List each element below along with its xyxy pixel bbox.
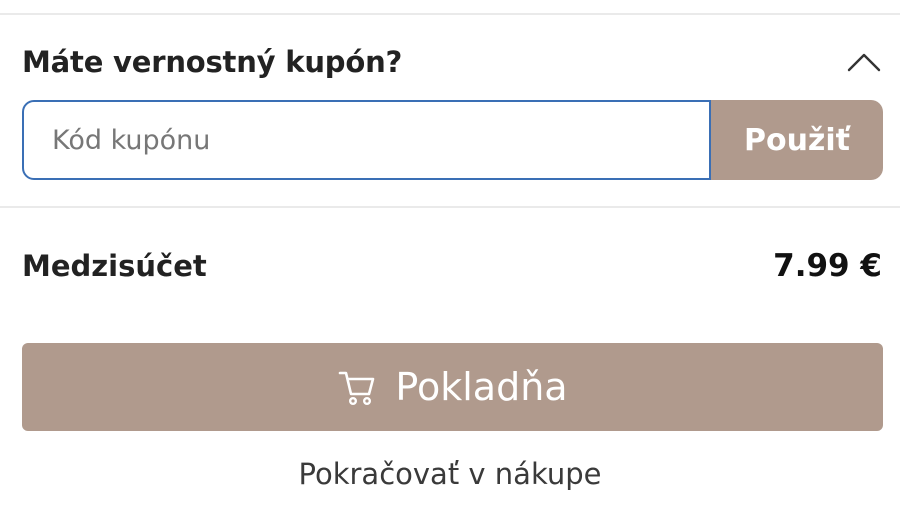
coupon-title: Máte vernostný kupón? (22, 45, 403, 79)
subtotal-value: 7.99 € (773, 248, 882, 284)
coupon-form: Použiť (22, 100, 883, 180)
checkout-label: Pokladňa (395, 365, 568, 409)
coupon-toggle[interactable]: Máte vernostný kupón? (22, 40, 882, 84)
checkout-button[interactable]: Pokladňa (22, 343, 883, 431)
cart-icon (337, 367, 377, 407)
top-divider (0, 13, 900, 15)
subtotal-label: Medzisúčet (22, 249, 207, 283)
continue-shopping-link[interactable]: Pokračovať v nákupe (0, 452, 900, 496)
subtotal-row: Medzisúčet 7.99 € (22, 244, 882, 288)
section-divider (0, 206, 900, 208)
chevron-up-icon[interactable] (846, 44, 882, 80)
cart-summary-panel: Máte vernostný kupón? Použiť Medzisúčet … (0, 0, 900, 506)
apply-coupon-button[interactable]: Použiť (711, 100, 883, 180)
coupon-code-input[interactable] (22, 100, 711, 180)
